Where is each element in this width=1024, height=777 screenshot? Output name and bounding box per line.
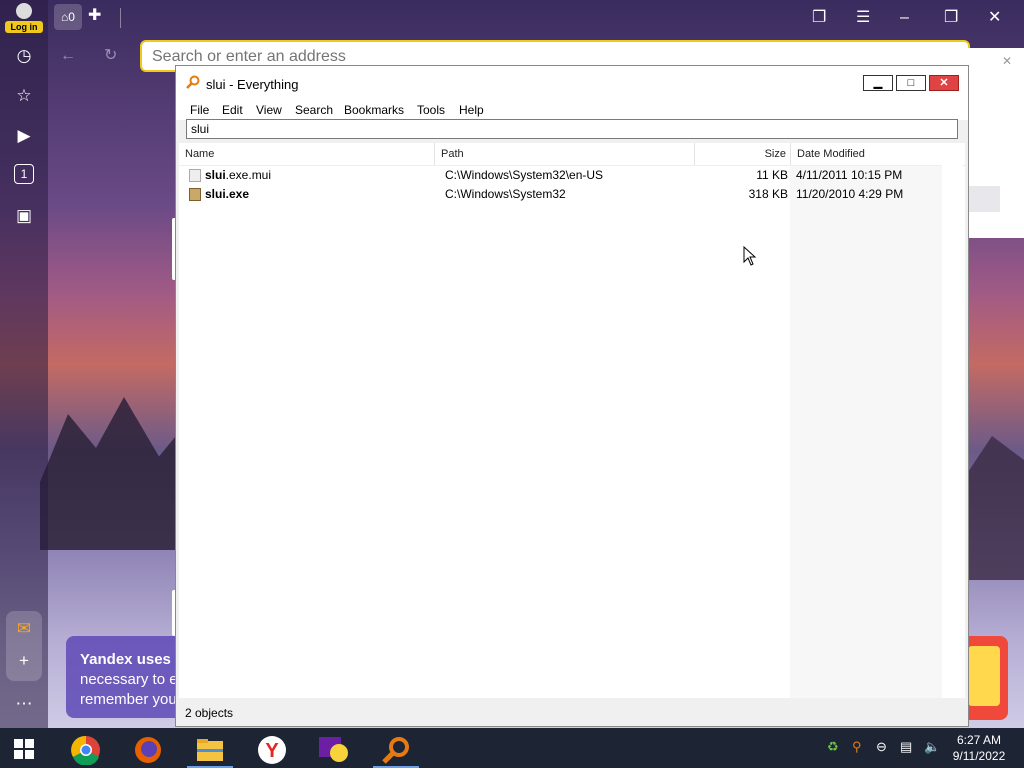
close-button[interactable]: ✕ xyxy=(929,75,959,91)
file-date: 11/20/2010 4:29 PM xyxy=(796,187,904,201)
column-header-date-modified[interactable]: Date Modified xyxy=(791,143,943,165)
windows-start-icon[interactable] xyxy=(14,739,34,759)
clock-time: 6:27 AM xyxy=(956,733,1002,747)
menu-bar: File Edit View Search Bookmarks Tools He… xyxy=(176,100,968,120)
network-sync-icon[interactable]: ♻ xyxy=(827,739,839,755)
collections-icon[interactable]: ❐ xyxy=(812,6,826,30)
chrome-icon[interactable] xyxy=(63,732,109,768)
add-app-icon[interactable]: + xyxy=(12,649,36,673)
browser-dropdown-panel xyxy=(968,48,1024,238)
svg-text:Y: Y xyxy=(265,740,279,762)
sorted-column-highlight xyxy=(790,165,942,698)
taskbar: Y ♻ ⚲ ⊖ ▤ 🔈 6:27 AM 9/11/2022 xyxy=(0,728,1024,768)
mouse-cursor-icon xyxy=(743,246,757,266)
everything-search-icon xyxy=(186,75,200,89)
yandex-icon[interactable]: Y xyxy=(249,732,295,768)
table-row[interactable]: slui.exe.mui C:\Windows\System32\en-US 1… xyxy=(179,166,965,185)
cookie-notice-text: necessary to e xyxy=(80,671,178,688)
document-icon xyxy=(189,169,201,182)
file-name-match: slui xyxy=(205,168,226,182)
history-icon[interactable]: ◷ xyxy=(12,44,36,68)
everything-window: slui - Everything ▁ □ ✕ File Edit View S… xyxy=(175,65,969,727)
screenshot-camera-icon[interactable]: ▣ xyxy=(12,204,36,228)
close-browser-icon[interactable]: ✕ xyxy=(988,6,1001,30)
vertical-scrollbar[interactable] xyxy=(942,143,962,698)
restore-icon[interactable]: ❐ xyxy=(944,6,958,30)
results-list: Name Path Size Date Modified slui.exe.mu… xyxy=(179,143,965,698)
bookmarks-star-icon[interactable]: ☆ xyxy=(12,84,36,108)
file-size: 318 KB xyxy=(748,187,788,201)
file-explorer-icon[interactable] xyxy=(187,732,233,768)
minimize-button[interactable]: ▁ xyxy=(863,75,893,91)
window-titlebar[interactable]: slui - Everything ▁ □ ✕ xyxy=(176,66,968,100)
table-row[interactable]: slui.exe C:\Windows\System32 318 KB 11/2… xyxy=(179,185,965,204)
file-name-rest: .exe.mui xyxy=(225,168,272,182)
everything-search-icon[interactable] xyxy=(373,732,419,768)
home-tab[interactable]: ⌂0 xyxy=(54,4,82,30)
new-tab-icon[interactable]: ✚ xyxy=(88,4,101,28)
column-header-name[interactable]: Name xyxy=(179,143,435,165)
search-input[interactable] xyxy=(191,122,953,136)
clock-date: 9/11/2022 xyxy=(952,749,1006,763)
mail-icon[interactable]: ✉ xyxy=(12,617,36,641)
everything-tray-icon[interactable]: ⚲ xyxy=(852,739,862,755)
file-path: C:\Windows\System32 xyxy=(445,187,566,201)
tray-minus-icon[interactable]: ⊖ xyxy=(876,739,887,755)
clock[interactable]: 6:27 AM 9/11/2022 xyxy=(948,732,1010,764)
tab-divider xyxy=(120,8,121,28)
column-header-path[interactable]: Path xyxy=(435,143,695,165)
column-header-size[interactable]: Size xyxy=(695,143,791,165)
minimize-icon[interactable]: – xyxy=(900,6,909,30)
sidebar-apps-panel: ✉ + xyxy=(6,611,42,681)
counter-icon[interactable]: 1 xyxy=(14,164,34,184)
search-box[interactable] xyxy=(186,119,958,139)
window-title: slui - Everything xyxy=(206,77,299,92)
video-play-icon[interactable]: ▶ xyxy=(12,124,36,148)
maximize-button[interactable]: □ xyxy=(896,75,926,91)
cookie-notice-title: Yandex uses xyxy=(80,651,171,668)
status-bar: 2 objects xyxy=(176,700,968,726)
column-header-row: Name Path Size Date Modified xyxy=(179,143,965,166)
cookie-notice: Yandex uses necessary to e remember you xyxy=(66,636,186,718)
panel-item[interactable] xyxy=(968,186,1000,212)
file-name-match: slui xyxy=(205,187,226,201)
yahoo-messenger-icon[interactable] xyxy=(311,732,357,768)
menu-icon[interactable]: ☰ xyxy=(856,6,870,30)
menu-view[interactable]: View xyxy=(256,103,282,117)
file-name-rest: .exe xyxy=(225,187,250,201)
reload-icon[interactable]: ↻ xyxy=(104,44,117,68)
cookie-notice-text: remember you xyxy=(80,691,177,708)
login-button[interactable]: Log in xyxy=(5,3,43,33)
menu-edit[interactable]: Edit xyxy=(222,103,243,117)
file-date: 4/11/2011 10:15 PM xyxy=(796,168,903,182)
browser-sidebar: Log in ◷ ☆ ▶ 1 ▣ ✉ + ⋯ xyxy=(0,0,48,728)
menu-search[interactable]: Search xyxy=(295,103,333,117)
menu-file[interactable]: File xyxy=(190,103,209,117)
file-name: slui.exe xyxy=(205,187,249,201)
network-icon[interactable]: ▤ xyxy=(900,739,912,755)
more-options-icon[interactable]: ⋯ xyxy=(12,692,36,716)
promo-widget-inner xyxy=(968,646,1000,706)
login-label: Log in xyxy=(5,21,43,33)
panel-close-icon[interactable]: ✕ xyxy=(1002,54,1012,68)
firefox-icon[interactable] xyxy=(125,732,171,768)
key-app-icon xyxy=(189,188,201,201)
tab-count: 0 xyxy=(68,10,75,24)
file-size: 11 KB xyxy=(756,168,788,182)
menu-help[interactable]: Help xyxy=(459,103,484,117)
file-name: slui.exe.mui xyxy=(205,168,271,182)
menu-bookmarks[interactable]: Bookmarks xyxy=(344,103,404,117)
status-text: 2 objects xyxy=(185,706,234,720)
back-icon[interactable]: ← xyxy=(60,44,76,68)
volume-icon[interactable]: 🔈 xyxy=(924,739,940,755)
user-avatar-icon xyxy=(16,3,32,19)
file-path: C:\Windows\System32\en-US xyxy=(445,168,604,182)
menu-tools[interactable]: Tools xyxy=(417,103,445,117)
